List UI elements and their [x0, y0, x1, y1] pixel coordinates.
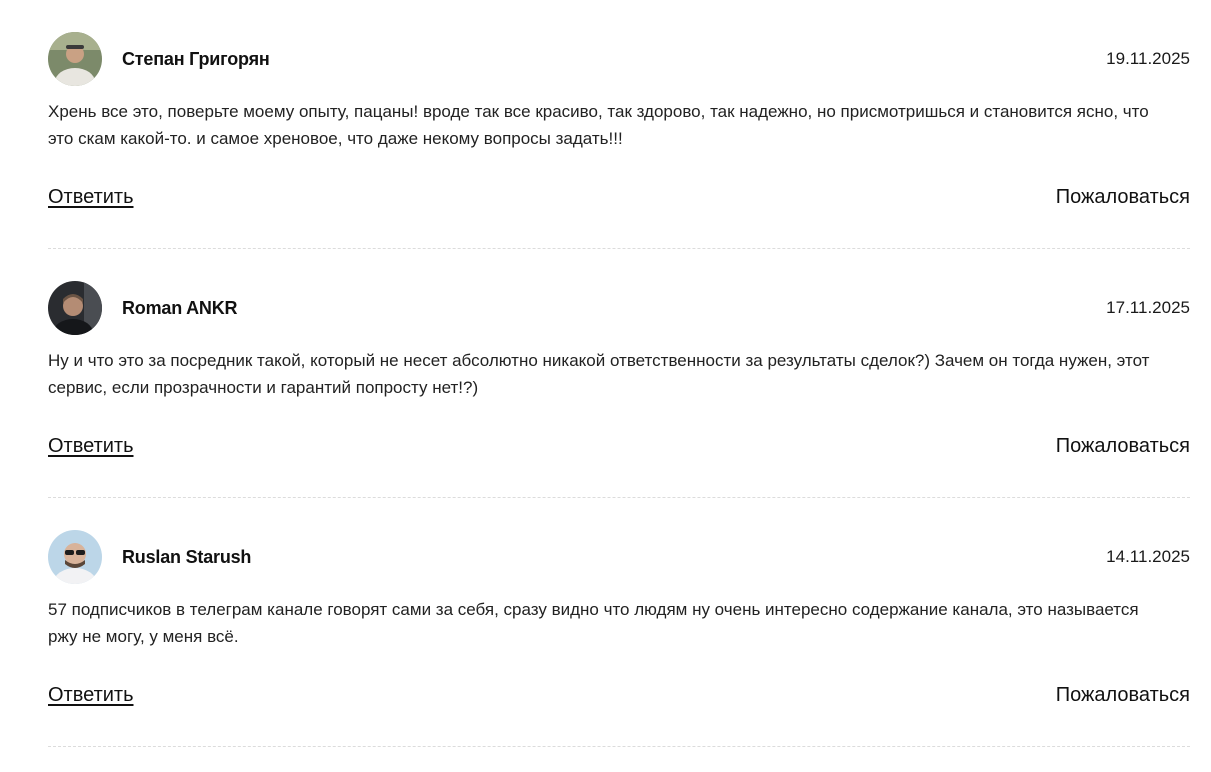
comment-item: Ruslan Starush 14.11.2025 57 подписчиков… [48, 498, 1190, 747]
avatar[interactable] [48, 281, 102, 335]
comment-text: Ну и что это за посредник такой, который… [48, 351, 1150, 397]
comment-actions: Ответить Пожаловаться [48, 435, 1190, 458]
comment-actions: Ответить Пожаловаться [48, 186, 1190, 209]
comment-date: 14.11.2025 [1106, 547, 1190, 566]
reply-link[interactable]: Ответить [48, 186, 134, 209]
comment-author: Степан Григорян [122, 48, 270, 69]
comment-header: Степан Григорян 19.11.2025 [48, 32, 1190, 86]
comment-actions: Ответить Пожаловаться [48, 684, 1190, 707]
report-button[interactable]: Пожаловаться [1056, 186, 1190, 209]
comment-date: 17.11.2025 [1106, 298, 1190, 317]
comment-text: Хрень все это, поверьте моему опыту, пац… [48, 102, 1149, 148]
comment-author: Roman ANKR [122, 297, 238, 318]
avatar[interactable] [48, 530, 102, 584]
comment-header: Ruslan Starush 14.11.2025 [48, 530, 1190, 584]
comment-item: Roman ANKR 17.11.2025 Ну и что это за по… [48, 249, 1190, 498]
reply-link[interactable]: Ответить [48, 684, 134, 707]
reply-link[interactable]: Ответить [48, 435, 134, 458]
comment-author: Ruslan Starush [122, 546, 252, 567]
report-button[interactable]: Пожаловаться [1056, 435, 1190, 458]
comments-list: Степан Григорян 19.11.2025 Хрень все это… [0, 0, 1211, 747]
comment-text: 57 подписчиков в телеграм канале говорят… [48, 600, 1139, 646]
avatar[interactable] [48, 32, 102, 86]
comment-header: Roman ANKR 17.11.2025 [48, 281, 1190, 335]
report-button[interactable]: Пожаловаться [1056, 684, 1190, 707]
comment-date: 19.11.2025 [1106, 49, 1190, 68]
comment-item: Степан Григорян 19.11.2025 Хрень все это… [48, 0, 1190, 249]
